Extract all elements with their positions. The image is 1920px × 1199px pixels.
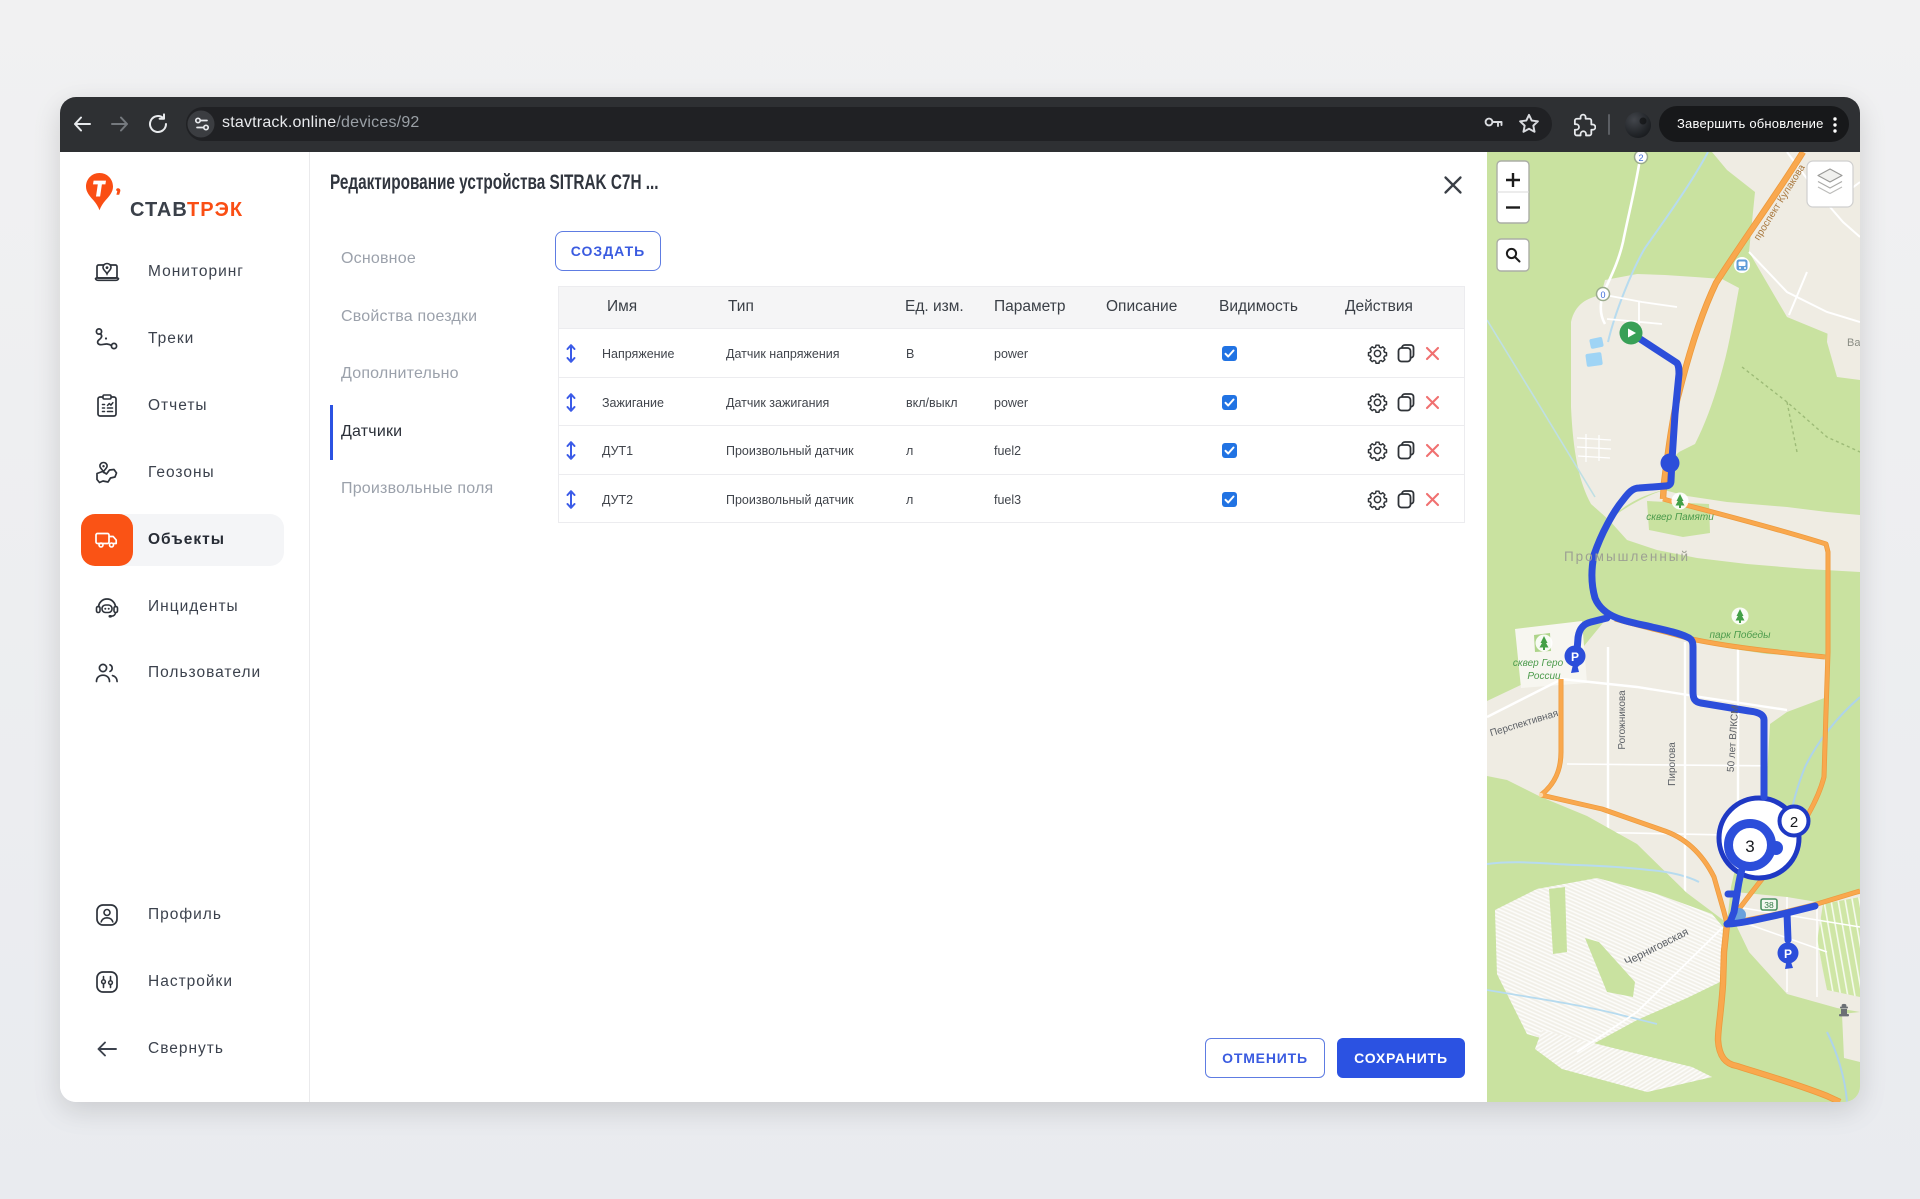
svg-text:3: 3 — [1745, 837, 1754, 856]
svg-text:P: P — [1571, 650, 1579, 664]
svg-text:P: P — [1784, 947, 1792, 961]
svg-text:Ва: Ва — [1847, 337, 1860, 349]
svg-text:Пирогова: Пирогова — [1667, 742, 1678, 786]
svg-text:России: России — [1527, 671, 1561, 682]
svg-text:сквер Памяти: сквер Памяти — [1646, 512, 1714, 523]
svg-text:Промышленный: Промышленный — [1564, 549, 1690, 564]
svg-text:Рогожникова: Рогожникова — [1617, 690, 1628, 750]
svg-text:2: 2 — [1790, 814, 1798, 831]
svg-text:0: 0 — [1600, 290, 1605, 300]
svg-text:парк Победы: парк Победы — [1710, 629, 1772, 641]
svg-text:сквер Геро: сквер Геро — [1513, 658, 1564, 669]
svg-text:38: 38 — [1764, 900, 1774, 910]
svg-text:2: 2 — [1638, 153, 1643, 163]
